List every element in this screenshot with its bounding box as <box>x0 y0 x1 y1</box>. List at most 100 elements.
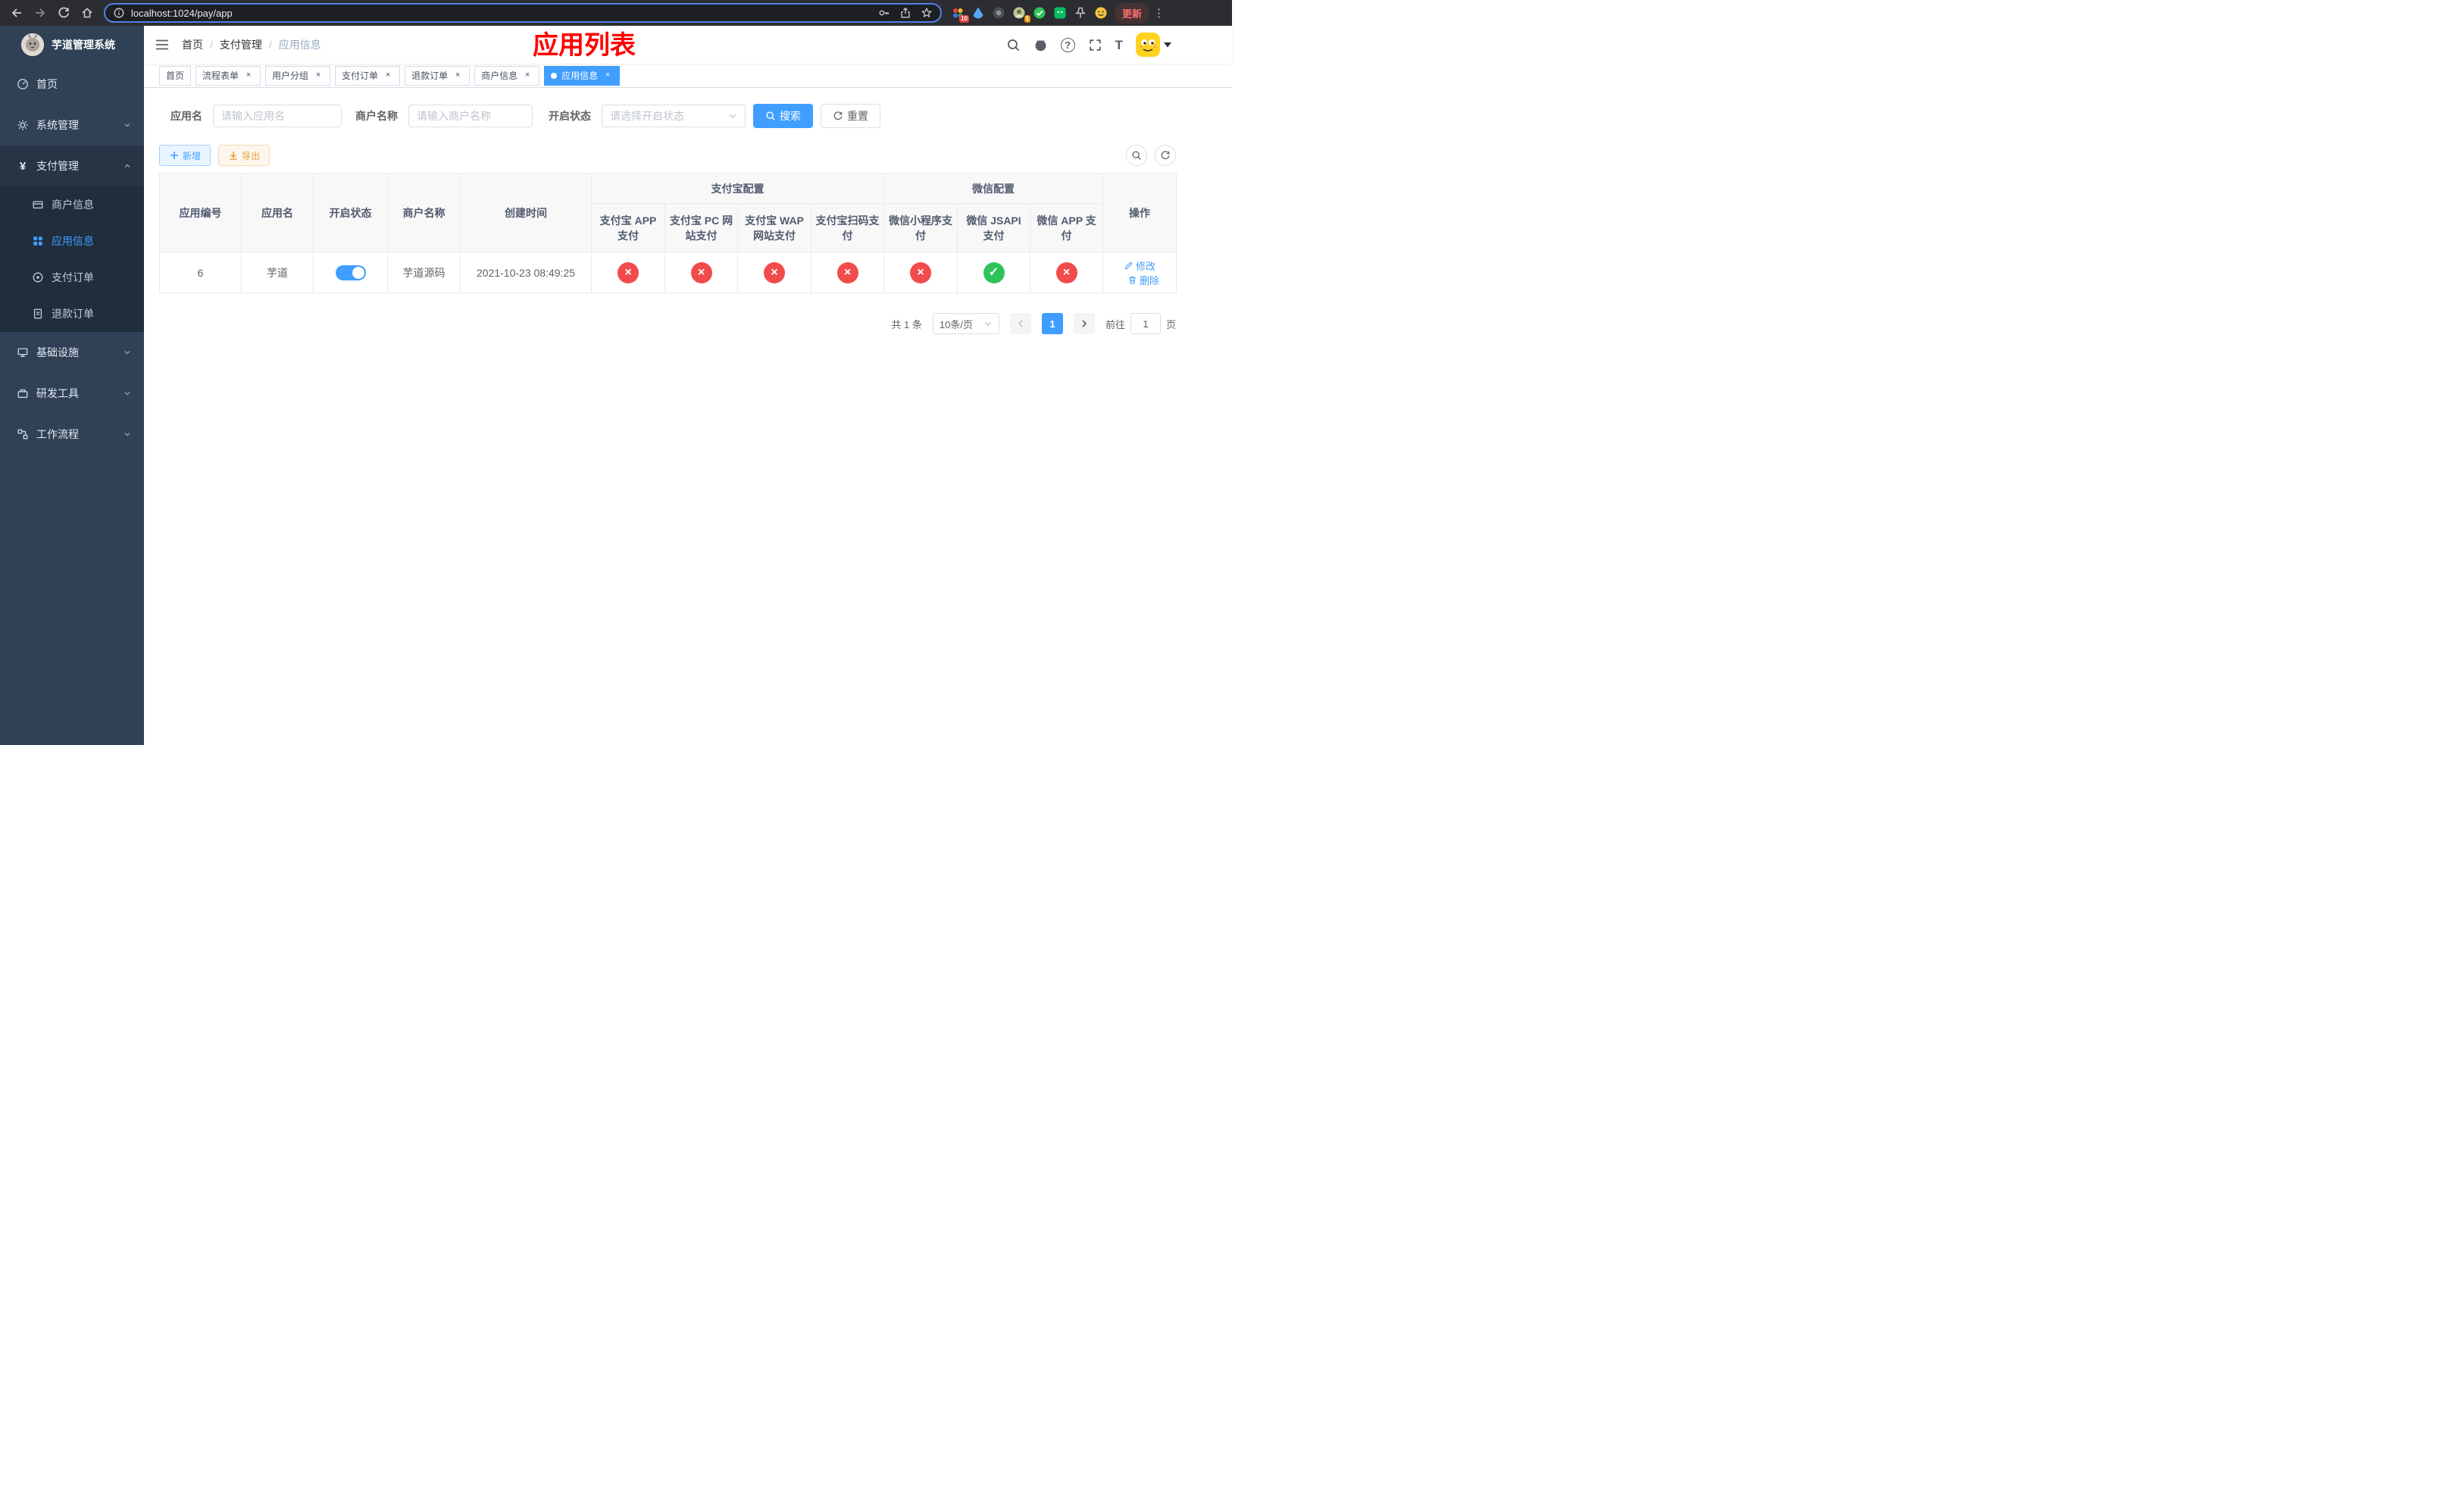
sidebar-item-label: 支付管理 <box>36 160 79 172</box>
export-button[interactable]: 导出 <box>218 145 270 166</box>
bookmark-star-icon[interactable] <box>921 7 933 19</box>
help-icon[interactable]: ? <box>1060 37 1075 52</box>
sidebar-item-label: 商户信息 <box>52 199 94 211</box>
status-select[interactable]: 请选择开启状态 <box>602 105 746 127</box>
status-toggle[interactable] <box>335 265 366 280</box>
table-tool-icons <box>1126 145 1176 166</box>
github-icon[interactable] <box>1033 38 1048 52</box>
back-icon[interactable] <box>10 6 23 20</box>
breadcrumb-app-info: 应用信息 <box>278 39 321 51</box>
tab-app-info[interactable]: 应用信息 × <box>544 65 621 86</box>
navbar-actions: ? T <box>1006 26 1171 64</box>
tab-user-group[interactable]: 用户分组 × <box>265 65 331 86</box>
reset-button[interactable]: 重置 <box>821 104 880 128</box>
refresh-icon[interactable] <box>57 6 70 20</box>
tags-view-bar: 首页 流程表单 × 用户分组 × 支付订单 × 退款订单 × 商户信息 × 应用信息 × <box>144 64 1232 88</box>
delete-link[interactable]: 删除 <box>1127 273 1159 287</box>
colors-grid-extension-icon[interactable]: 10 <box>951 6 969 23</box>
font-size-icon[interactable]: T <box>1115 39 1123 52</box>
avatar[interactable] <box>1136 33 1160 57</box>
close-icon[interactable]: × <box>602 70 613 81</box>
address-bar[interactable]: localhost:1024/pay/app <box>104 3 942 23</box>
app-name-input[interactable] <box>213 105 342 127</box>
toggle-search-button[interactable] <box>1126 145 1147 166</box>
close-icon[interactable]: × <box>313 70 324 81</box>
cell-wx-jsapi: ✓ <box>957 252 1030 293</box>
forward-icon[interactable] <box>33 6 47 20</box>
browser-menu-icon[interactable]: ⋮ <box>1153 6 1165 20</box>
sidebar-toggle-icon[interactable] <box>155 37 170 52</box>
tab-refund-order[interactable]: 退款订单 × <box>405 65 471 86</box>
green-check-extension-icon[interactable] <box>1033 6 1046 20</box>
sidebar-item-payment[interactable]: ¥ 支付管理 <box>0 146 144 186</box>
home-icon[interactable] <box>80 6 94 20</box>
current-page-button[interactable]: 1 <box>1041 313 1063 334</box>
top-navbar: 首页 / 支付管理 / 应用信息 应用列表 ? T <box>144 26 1232 64</box>
user-menu[interactable] <box>1136 33 1171 57</box>
site-info-icon[interactable] <box>113 7 125 19</box>
chevron-right-icon <box>1082 320 1087 327</box>
col-alipay-app: 支付宝 APP 支付 <box>591 203 665 252</box>
page-size-select[interactable]: 10条/页 <box>932 313 999 334</box>
col-alipay-qr: 支付宝扫码支付 <box>811 203 884 252</box>
close-icon[interactable]: × <box>383 70 393 81</box>
avatar-extension-icon[interactable]: 1 <box>1012 6 1030 23</box>
browser-nav-buttons <box>0 6 94 20</box>
chrome-update-button[interactable]: 更新 <box>1115 2 1149 23</box>
refresh-icon <box>1161 151 1170 160</box>
wallet-icon <box>33 201 43 209</box>
sidebar-item-pay-order[interactable]: 支付订单 <box>0 259 144 296</box>
pin-extension-icon[interactable] <box>1074 6 1087 20</box>
sidebar-item-dev-tools[interactable]: 研发工具 <box>0 373 144 414</box>
merchant-name-input[interactable] <box>408 105 533 127</box>
sidebar-item-workflow[interactable]: 工作流程 <box>0 414 144 455</box>
sidebar-item-home[interactable]: 首页 <box>0 64 144 105</box>
sidebar-item-refund-order[interactable]: 退款订单 <box>0 296 144 332</box>
reset-icon <box>833 111 843 121</box>
sidebar-item-label: 应用信息 <box>52 235 94 247</box>
cell-created: 2021-10-23 08:49:25 <box>460 252 592 293</box>
app-table: 应用编号 应用名 开启状态 商户名称 创建时间 支付宝配置 微信配置 操作 支付… <box>159 173 1177 293</box>
close-icon[interactable]: × <box>452 70 463 81</box>
sidebar-item-app-info[interactable]: 应用信息 <box>0 223 144 259</box>
chevron-down-icon <box>124 392 130 396</box>
wechat-devtools-extension-icon[interactable] <box>1053 6 1067 20</box>
tab-pay-order[interactable]: 支付订单 × <box>335 65 401 86</box>
cell-wx-mini: × <box>883 252 958 293</box>
edit-pencil-icon <box>1124 261 1133 269</box>
password-key-icon[interactable] <box>878 7 890 19</box>
prev-page-button[interactable] <box>1009 313 1031 334</box>
tab-home[interactable]: 首页 <box>159 65 192 86</box>
tab-process-form[interactable]: 流程表单 × <box>195 65 261 86</box>
breadcrumb-home[interactable]: 首页 <box>182 37 203 52</box>
tab-merchant-info[interactable]: 商户信息 × <box>474 65 540 86</box>
refresh-table-button[interactable] <box>1155 145 1176 166</box>
tab-label: 应用信息 <box>561 70 599 81</box>
dashboard-icon <box>17 79 28 89</box>
goto-page-input[interactable] <box>1130 313 1161 334</box>
sidebar-item-merchant-info[interactable]: 商户信息 <box>0 186 144 223</box>
blue-drop-extension-icon[interactable] <box>971 6 985 20</box>
address-bar-actions <box>878 7 933 19</box>
search-icon[interactable] <box>1006 38 1021 52</box>
next-page-button[interactable] <box>1073 313 1095 334</box>
share-icon[interactable] <box>899 7 911 19</box>
add-button[interactable]: 新增 <box>159 145 211 166</box>
app-name-label: 应用名 <box>170 110 202 122</box>
sidebar-item-infrastructure[interactable]: 基础设施 <box>0 332 144 373</box>
close-icon[interactable]: × <box>522 70 533 81</box>
search-button[interactable]: 搜索 <box>753 104 813 128</box>
emoji-extension-icon[interactable] <box>1094 6 1108 20</box>
breadcrumb-payment[interactable]: 支付管理 <box>220 37 262 52</box>
download-icon <box>230 152 237 160</box>
dark-globe-extension-icon[interactable] <box>992 6 1005 20</box>
cell-merchant: 芋道源码 <box>387 252 461 293</box>
sidebar-item-system[interactable]: 系统管理 <box>0 105 144 146</box>
status-cross-icon: × <box>910 261 931 283</box>
url-text[interactable]: localhost:1024/pay/app <box>131 8 233 19</box>
edit-link[interactable]: 修改 <box>1124 258 1155 273</box>
cell-app-name: 芋道 <box>241 252 314 293</box>
fullscreen-icon[interactable] <box>1088 38 1102 52</box>
app-logo-row[interactable]: 芋道管理系统 <box>0 26 144 64</box>
close-icon[interactable]: × <box>243 70 254 81</box>
